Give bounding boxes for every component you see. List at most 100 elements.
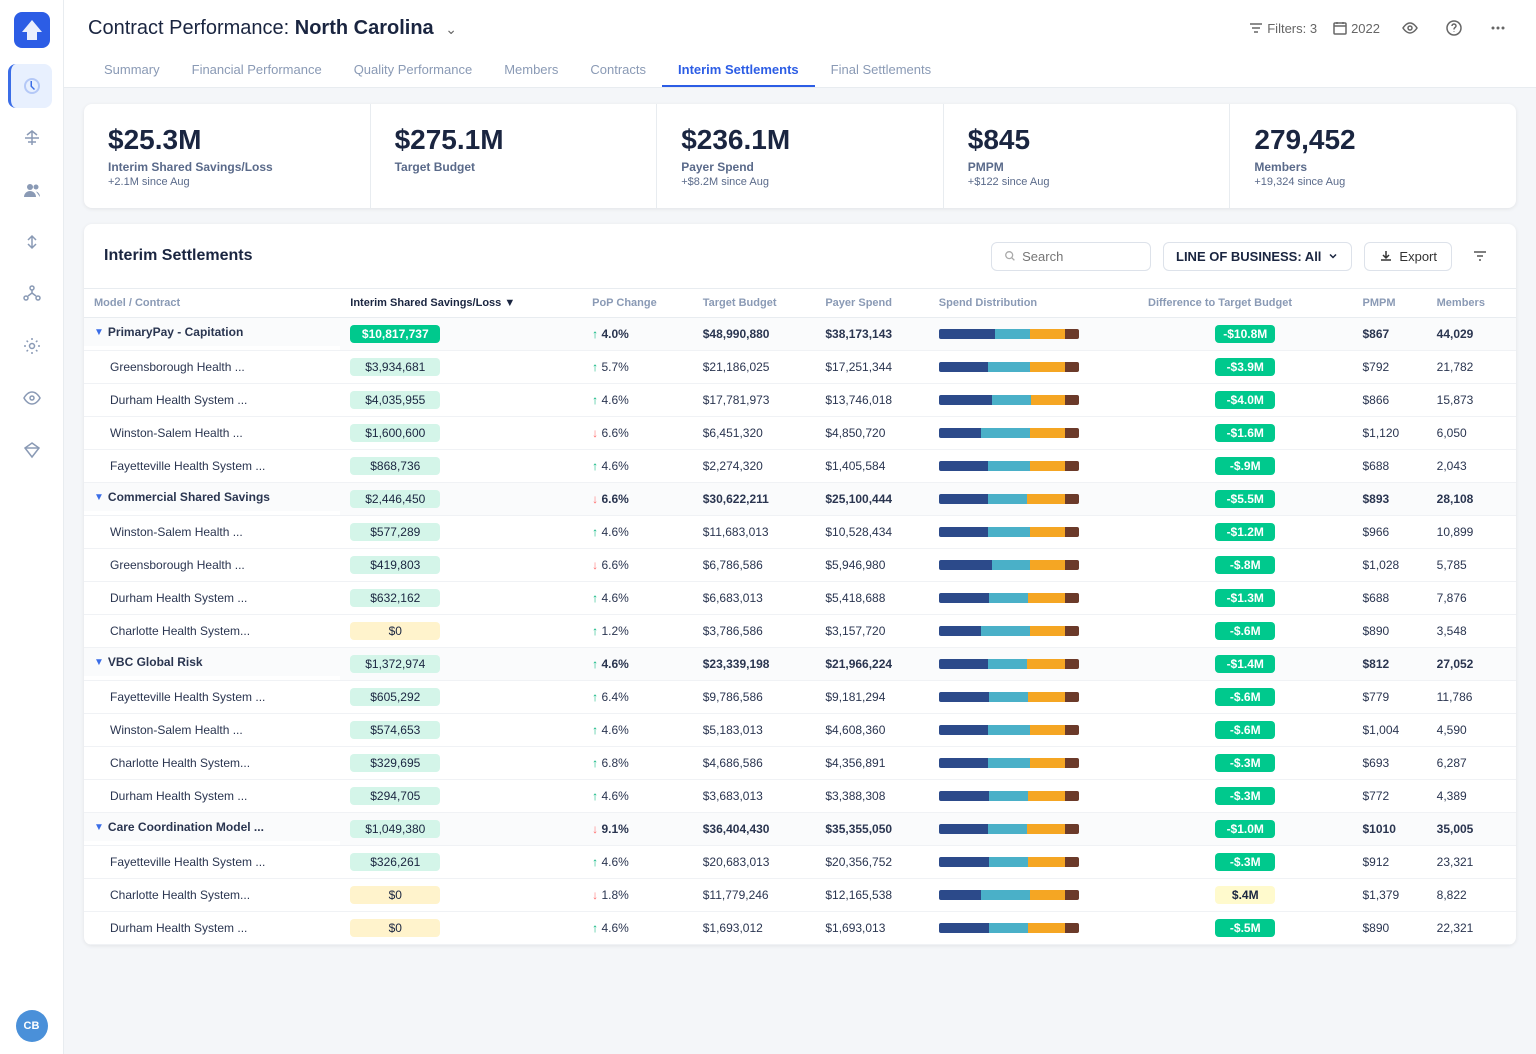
cell-target: $17,781,973 [693,384,816,417]
kpi-target: $275.1M Target Budget [371,104,658,208]
sidebar-item-eye[interactable] [10,376,54,420]
table-row: ▼VBC Global Risk$1,372,974↑ 4.6%$23,339,… [84,648,1516,681]
cell-distribution [929,384,1138,417]
cell-payer: $4,850,720 [815,417,928,450]
main-content: Contract Performance: North Carolina ⌄ F… [64,0,1536,1054]
cell-pmpm: $1,028 [1353,549,1427,582]
cell-savings: $577,289 [340,516,582,549]
cell-diff: -$.9M [1138,450,1353,483]
cell-diff: -$1.0M [1138,813,1353,846]
table-row: Charlotte Health System...$0↓ 1.8%$11,77… [84,879,1516,912]
tab-summary[interactable]: Summary [88,54,176,87]
col-pmpm[interactable]: PMPM [1353,289,1427,318]
export-button[interactable]: Export [1364,242,1452,271]
tab-interim[interactable]: Interim Settlements [662,54,815,87]
cell-pmpm: $779 [1353,681,1427,714]
col-members[interactable]: Members [1427,289,1516,318]
cell-payer: $38,173,143 [815,318,928,351]
year-button[interactable]: 2022 [1333,21,1380,36]
sidebar-item-balance[interactable] [10,116,54,160]
tab-final[interactable]: Final Settlements [815,54,947,87]
filters-button[interactable]: Filters: 3 [1249,21,1317,36]
table-row: Durham Health System ...$294,705↑ 4.6%$3… [84,780,1516,813]
cell-savings: $3,934,681 [340,351,582,384]
kpi-members-value: 279,452 [1254,124,1492,156]
cell-distribution [929,780,1138,813]
column-filter-button[interactable] [1464,240,1496,272]
cell-pmpm: $772 [1353,780,1427,813]
tab-contracts[interactable]: Contracts [574,54,662,87]
cell-pmpm: $867 [1353,318,1427,351]
cell-members: 4,590 [1427,714,1516,747]
cell-target: $1,693,012 [693,912,816,945]
table-row: Fayetteville Health System ...$868,736↑ … [84,450,1516,483]
cell-model: ▼PrimaryPay - Capitation [84,318,340,346]
sidebar-item-diamond[interactable] [10,428,54,472]
cell-members: 6,287 [1427,747,1516,780]
cell-members: 35,005 [1427,813,1516,846]
cell-members: 7,876 [1427,582,1516,615]
sidebar-item-members[interactable] [10,168,54,212]
sidebar-item-contracts[interactable] [8,64,52,108]
interim-settlements-table: Interim Settlements LINE OF BUSINESS: Al… [84,224,1516,945]
cell-diff: -$1.2M [1138,516,1353,549]
table-wrapper[interactable]: Model / Contract Interim Shared Savings/… [84,289,1516,945]
search-box[interactable] [991,242,1151,271]
cell-savings: $1,372,974 [340,648,582,681]
tab-quality[interactable]: Quality Performance [338,54,489,87]
cell-diff: -$1.4M [1138,648,1353,681]
cell-savings: $2,446,450 [340,483,582,516]
cell-payer: $35,355,050 [815,813,928,846]
cell-pop: ↑ 4.0% [582,318,693,351]
app-logo[interactable] [14,12,50,48]
cell-model: Winston-Salem Health ... [84,516,340,549]
col-model[interactable]: Model / Contract [84,289,340,318]
cell-members: 3,548 [1427,615,1516,648]
cell-distribution [929,681,1138,714]
cell-distribution [929,879,1138,912]
visibility-button[interactable] [1396,14,1424,42]
cell-model: ▼Care Coordination Model ... [84,813,340,841]
col-dist[interactable]: Spend Distribution [929,289,1138,318]
search-input[interactable] [1022,249,1138,264]
sidebar-item-settings[interactable] [10,324,54,368]
kpi-payer: $236.1M Payer Spend +$8.2M since Aug [657,104,944,208]
cell-pmpm: $688 [1353,582,1427,615]
sidebar-item-hierarchy[interactable] [10,272,54,316]
cell-diff: -$.3M [1138,747,1353,780]
table-row: Fayetteville Health System ...$605,292↑ … [84,681,1516,714]
sidebar-item-transitions[interactable] [10,220,54,264]
cell-model: Durham Health System ... [84,384,340,417]
cell-pop: ↑ 4.6% [582,648,693,681]
cell-pop: ↑ 4.6% [582,450,693,483]
tab-financial[interactable]: Financial Performance [176,54,338,87]
cell-payer: $12,165,538 [815,879,928,912]
cell-target: $5,183,013 [693,714,816,747]
search-icon [1004,249,1016,263]
col-pop[interactable]: PoP Change [582,289,693,318]
cell-members: 23,321 [1427,846,1516,879]
col-payer[interactable]: Payer Spend [815,289,928,318]
help-button[interactable] [1440,14,1468,42]
more-options-button[interactable] [1484,14,1512,42]
tab-members[interactable]: Members [488,54,574,87]
col-target[interactable]: Target Budget [693,289,816,318]
cell-pop: ↓ 9.1% [582,813,693,846]
cell-model: Fayetteville Health System ... [84,450,340,483]
cell-distribution [929,549,1138,582]
col-savings[interactable]: Interim Shared Savings/Loss ▼ [340,289,582,318]
lob-filter[interactable]: LINE OF BUSINESS: All [1163,242,1352,271]
chevron-down-icon [1327,250,1339,262]
user-avatar[interactable]: CB [16,1010,48,1042]
cell-target: $6,683,013 [693,582,816,615]
cell-model: ▼VBC Global Risk [84,648,340,676]
cell-savings: $605,292 [340,681,582,714]
cell-pmpm: $866 [1353,384,1427,417]
col-diff[interactable]: Difference to Target Budget [1138,289,1353,318]
calendar-icon [1333,21,1347,35]
cell-pop: ↓ 6.6% [582,417,693,450]
cell-target: $6,786,586 [693,549,816,582]
cell-members: 15,873 [1427,384,1516,417]
location-dropdown[interactable]: ⌄ [445,21,457,37]
cell-pmpm: $893 [1353,483,1427,516]
